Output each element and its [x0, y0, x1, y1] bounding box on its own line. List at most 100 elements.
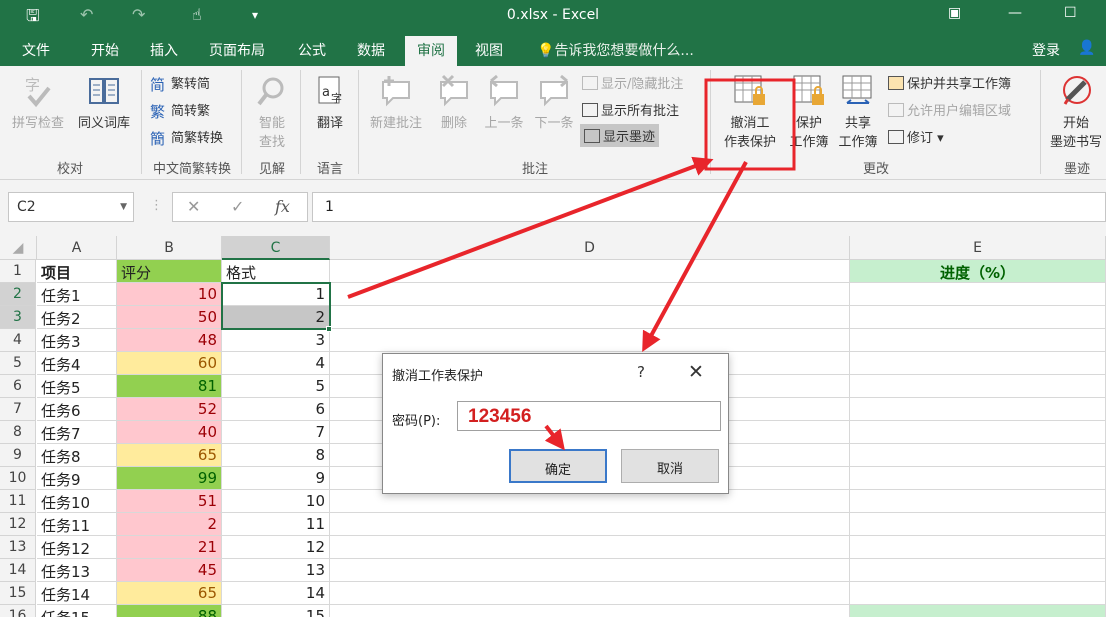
- cell-format[interactable]: 6: [222, 398, 330, 421]
- cell-score[interactable]: 50: [117, 306, 222, 329]
- row-header[interactable]: 1: [0, 260, 36, 283]
- unprotect-sheet-button[interactable]: 撤消工 作表保护: [716, 74, 784, 150]
- select-all-corner[interactable]: ◢: [0, 236, 37, 260]
- cell-score[interactable]: 40: [117, 421, 222, 444]
- cell-score[interactable]: 65: [117, 582, 222, 605]
- share-workbook-button[interactable]: 共享 工作簿: [834, 74, 882, 150]
- cell-task[interactable]: 任务2: [37, 306, 117, 329]
- cell-task[interactable]: 任务10: [37, 490, 117, 513]
- cell-e[interactable]: [850, 352, 1106, 375]
- row-header[interactable]: 3: [0, 306, 36, 329]
- cell-task[interactable]: 任务15: [37, 605, 117, 617]
- cancel-icon[interactable]: ✕: [187, 197, 200, 216]
- enter-icon[interactable]: ✓: [231, 197, 244, 216]
- cell-task[interactable]: 任务1: [37, 283, 117, 306]
- next-comment-button[interactable]: 下一条: [530, 74, 578, 131]
- name-box[interactable]: C2 ▼: [8, 192, 134, 222]
- thesaurus-button[interactable]: 同义词库: [72, 74, 136, 131]
- protect-share-button[interactable]: 保护并共享工作簿: [888, 73, 1011, 92]
- share-user-icon[interactable]: 👤: [1078, 40, 1095, 56]
- cell-score[interactable]: 65: [117, 444, 222, 467]
- column-header-c[interactable]: C: [222, 236, 330, 260]
- cell-format[interactable]: 10: [222, 490, 330, 513]
- cell-format[interactable]: 14: [222, 582, 330, 605]
- tab-review[interactable]: 审阅: [405, 36, 457, 66]
- cell-score[interactable]: 2: [117, 513, 222, 536]
- cell-e[interactable]: [850, 444, 1106, 467]
- cell-c1[interactable]: 格式: [222, 260, 330, 283]
- row-header[interactable]: 5: [0, 352, 36, 375]
- column-header-a[interactable]: A: [37, 236, 117, 260]
- insert-function-icon[interactable]: fx: [275, 197, 290, 216]
- cell-e[interactable]: [850, 398, 1106, 421]
- cell-e[interactable]: [850, 467, 1106, 490]
- cell-format[interactable]: 5: [222, 375, 330, 398]
- cell-task[interactable]: 任务4: [37, 352, 117, 375]
- new-comment-button[interactable]: 新建批注: [364, 74, 428, 131]
- row-header[interactable]: 14: [0, 559, 36, 582]
- cancel-button[interactable]: 取消: [621, 449, 719, 483]
- tab-insert[interactable]: 插入: [150, 40, 178, 60]
- cell-task[interactable]: 任务11: [37, 513, 117, 536]
- cell-d[interactable]: [330, 582, 850, 605]
- cell-e[interactable]: [850, 283, 1106, 306]
- smart-lookup-button[interactable]: 智能 查找: [248, 74, 296, 150]
- show-ink-button[interactable]: 显示墨迹: [580, 124, 660, 147]
- cell-task[interactable]: 任务3: [37, 329, 117, 352]
- cell-format[interactable]: 9: [222, 467, 330, 490]
- cell-d[interactable]: [330, 605, 850, 617]
- cell-d1[interactable]: [330, 260, 850, 283]
- name-box-dropdown-icon[interactable]: ▼: [120, 202, 127, 212]
- cell-format[interactable]: 2: [222, 306, 330, 329]
- cell-d[interactable]: [330, 306, 850, 329]
- start-inking-button[interactable]: 开始 墨迹书写: [1044, 74, 1106, 150]
- cell-d[interactable]: [330, 559, 850, 582]
- cell-format[interactable]: 3: [222, 329, 330, 352]
- close-icon[interactable]: ✕: [688, 361, 704, 383]
- cell-format[interactable]: 15: [222, 605, 330, 617]
- cell-e[interactable]: [850, 329, 1106, 352]
- column-header-d[interactable]: D: [330, 236, 850, 260]
- row-header[interactable]: 12: [0, 513, 36, 536]
- cell-format[interactable]: 11: [222, 513, 330, 536]
- cell-e[interactable]: [850, 421, 1106, 444]
- tab-home[interactable]: 开始: [91, 40, 119, 60]
- ok-button[interactable]: 确定: [509, 449, 607, 483]
- password-input[interactable]: 123456: [457, 401, 721, 431]
- cell-score[interactable]: 10: [117, 283, 222, 306]
- row-header[interactable]: 11: [0, 490, 36, 513]
- show-all-comments-button[interactable]: 显示所有批注: [582, 100, 679, 119]
- cell-format[interactable]: 13: [222, 559, 330, 582]
- cell-score[interactable]: 48: [117, 329, 222, 352]
- fill-handle[interactable]: [326, 326, 332, 332]
- cell-score[interactable]: 51: [117, 490, 222, 513]
- row-header[interactable]: 10: [0, 467, 36, 490]
- row-header[interactable]: 9: [0, 444, 36, 467]
- row-header[interactable]: 8: [0, 421, 36, 444]
- cell-task[interactable]: 任务12: [37, 536, 117, 559]
- translate-button[interactable]: a字 翻译: [306, 74, 354, 131]
- cell-d[interactable]: [330, 329, 850, 352]
- show-hide-comment-button[interactable]: 显示/隐藏批注: [582, 73, 683, 92]
- row-header[interactable]: 4: [0, 329, 36, 352]
- cell-e[interactable]: [850, 605, 1106, 617]
- cell-task[interactable]: 任务5: [37, 375, 117, 398]
- cell-e[interactable]: [850, 559, 1106, 582]
- spell-check-button[interactable]: 字 拼写检查: [6, 74, 70, 131]
- simp-to-trad-button[interactable]: 繁简转繁: [150, 100, 210, 121]
- cell-score[interactable]: 21: [117, 536, 222, 559]
- row-header[interactable]: 15: [0, 582, 36, 605]
- column-header-b[interactable]: B: [117, 236, 222, 260]
- cell-score[interactable]: 52: [117, 398, 222, 421]
- cell-e[interactable]: [850, 306, 1106, 329]
- cell-format[interactable]: 7: [222, 421, 330, 444]
- cell-format[interactable]: 4: [222, 352, 330, 375]
- tab-view[interactable]: 视图: [475, 40, 503, 60]
- cell-d[interactable]: [330, 536, 850, 559]
- cell-format[interactable]: 12: [222, 536, 330, 559]
- cell-task[interactable]: 任务6: [37, 398, 117, 421]
- maximize-icon[interactable]: ☐: [1064, 5, 1077, 21]
- row-header[interactable]: 16: [0, 605, 36, 617]
- tab-formulas[interactable]: 公式: [298, 40, 326, 60]
- track-changes-button[interactable]: 修订 ▾: [888, 127, 944, 146]
